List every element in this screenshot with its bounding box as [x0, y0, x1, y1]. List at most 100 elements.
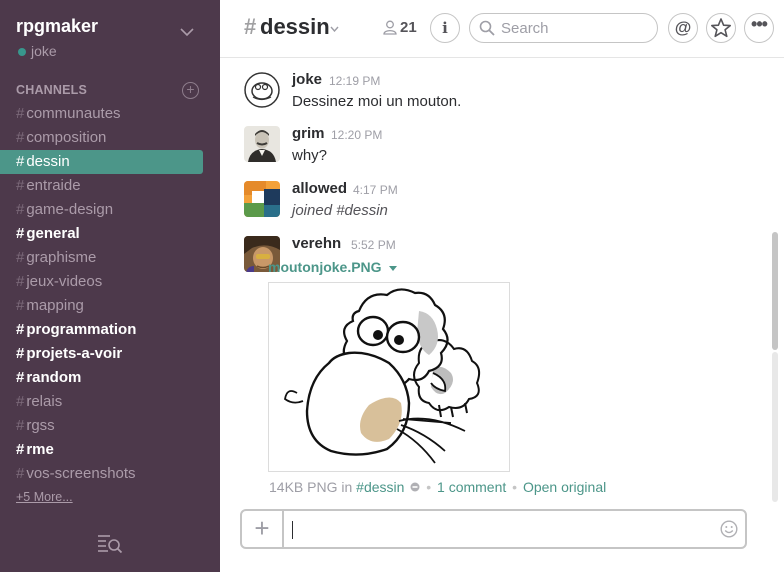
sheep-drawing-image	[284, 288, 481, 464]
comments-link[interactable]: 1 comment	[437, 479, 506, 495]
channel-name: mapping	[26, 297, 84, 314]
file-size-type: 14KB PNG	[269, 479, 338, 495]
channel-name: communautes	[26, 105, 121, 122]
channels-header[interactable]: CHANNELS	[16, 83, 87, 97]
message-timestamp[interactable]: 4:17 PM	[353, 183, 398, 197]
message-text: why?	[292, 147, 328, 164]
channel-hash-icon: #	[16, 201, 25, 218]
caret-down-icon[interactable]	[389, 266, 397, 271]
message-author[interactable]: joke	[292, 71, 322, 88]
attach-button[interactable]: +	[242, 511, 284, 547]
channel-name: composition	[26, 129, 107, 146]
color-blocks-avatar[interactable]	[244, 181, 280, 217]
channel-hash-icon: #	[16, 273, 25, 290]
channel-item[interactable]: # programmation	[0, 318, 220, 342]
chevron-down-icon[interactable]	[180, 27, 194, 37]
file-meta: 14KB PNG in #dessin • 1 comment • Open o…	[269, 479, 606, 495]
channel-hash-icon: #	[16, 393, 25, 410]
add-channel-button[interactable]: +	[182, 82, 199, 99]
channel-header: # dessin 21 i @ •••	[220, 0, 784, 58]
channel-item[interactable]: # dessin	[0, 150, 203, 174]
member-count[interactable]: 21	[400, 19, 417, 36]
channel-item[interactable]: # relais	[0, 390, 220, 414]
channel-item[interactable]: # rgss	[0, 414, 220, 438]
channel-item[interactable]: # projets-a-voir	[0, 342, 220, 366]
channel-name: dessin	[26, 153, 70, 170]
portrait-photo-avatar[interactable]	[244, 126, 280, 162]
message-input[interactable]	[292, 519, 712, 539]
file-title-link[interactable]: moutonjoke.PNG	[268, 259, 382, 275]
channel-name: general	[26, 225, 80, 242]
file-in-label: in	[341, 479, 353, 495]
sheep-sketch-avatar[interactable]	[244, 72, 280, 108]
open-original-link[interactable]: Open original	[523, 479, 606, 495]
channel-name: vos-screenshots	[26, 465, 136, 482]
message-timestamp[interactable]: 12:19 PM	[329, 74, 380, 88]
quick-switcher-icon[interactable]	[97, 533, 123, 553]
channel-hash: #	[244, 14, 257, 39]
message-author[interactable]: allowed	[292, 180, 347, 197]
team-name[interactable]: rpgmaker	[16, 16, 98, 37]
channel-name: projets-a-voir	[26, 345, 123, 362]
info-icon: i	[442, 19, 448, 37]
more-channels-link[interactable]: +5 More...	[16, 490, 73, 504]
star-icon	[711, 18, 732, 38]
channel-title[interactable]: dessin	[260, 14, 330, 40]
channel-item[interactable]: # game-design	[0, 198, 220, 222]
message-text: Dessinez moi un mouton.	[292, 93, 462, 110]
scrollbar-thumb[interactable]	[772, 232, 778, 350]
chevron-down-icon[interactable]	[330, 26, 339, 32]
emoji-icon[interactable]	[720, 520, 738, 538]
shared-channels-icon[interactable]	[410, 482, 420, 492]
channel-item[interactable]: # entraide	[0, 174, 220, 198]
channel-item[interactable]: # communautes	[0, 102, 220, 126]
at-icon: @	[674, 18, 692, 37]
message-composer: +	[240, 509, 747, 549]
user-name[interactable]: joke	[31, 43, 57, 59]
file-name[interactable]: moutonjoke.PNG	[268, 259, 382, 275]
channel-hash-icon: #	[16, 369, 25, 386]
message-timestamp[interactable]: 5:52 PM	[351, 238, 396, 252]
message-author[interactable]: grim	[292, 125, 325, 142]
channel-item[interactable]: # rme	[0, 438, 220, 462]
message-pane: joke 12:19 PM Dessinez moi un mouton. gr…	[220, 58, 784, 498]
member-icon[interactable]	[383, 20, 397, 35]
message-text: joined #dessin	[292, 202, 388, 219]
channel-item[interactable]: # graphisme	[0, 246, 220, 270]
star-button[interactable]	[706, 13, 736, 43]
channel-item[interactable]: # vos-screenshots	[0, 462, 220, 486]
search-icon	[479, 20, 495, 36]
separator-dot: •	[512, 479, 518, 495]
channel-hash-icon: #	[16, 225, 25, 242]
channel-hash-icon: #	[16, 249, 25, 266]
more-actions-button[interactable]: •••	[744, 13, 774, 43]
channel-hash-icon: #	[16, 297, 25, 314]
channel-hash-icon: #	[16, 153, 25, 170]
channel-list: # communautes # composition # dessin # entraide…	[0, 102, 220, 486]
file-image-preview[interactable]	[268, 282, 510, 472]
channel-info-button[interactable]: i	[430, 13, 460, 43]
channel-item[interactable]: # random	[0, 366, 220, 390]
file-channel-link[interactable]: #dessin	[356, 479, 404, 495]
mentions-button[interactable]: @	[668, 13, 698, 43]
channel-name: random	[26, 369, 82, 386]
channel-hash-icon: #	[16, 441, 25, 458]
channel-item[interactable]: # composition	[0, 126, 220, 150]
channel-name: rme	[26, 441, 54, 458]
channel-hash-icon: #	[16, 345, 25, 362]
text-cursor	[292, 521, 293, 539]
channel-name: rgss	[26, 417, 55, 434]
scrollbar-track[interactable]	[772, 352, 778, 502]
message-timestamp[interactable]: 12:20 PM	[331, 128, 382, 142]
channel-hash-icon: #	[16, 417, 25, 434]
search-box[interactable]	[469, 13, 658, 43]
separator-dot: •	[426, 479, 432, 495]
channel-hash-icon: #	[16, 177, 25, 194]
channel-item[interactable]: # general	[0, 222, 220, 246]
channel-item[interactable]: # mapping	[0, 294, 220, 318]
search-input[interactable]	[501, 19, 641, 37]
channel-item[interactable]: # jeux-videos	[0, 270, 220, 294]
message-author[interactable]: verehn	[292, 235, 341, 252]
channel-name: entraide	[26, 177, 81, 194]
channel-name: relais	[26, 393, 63, 410]
